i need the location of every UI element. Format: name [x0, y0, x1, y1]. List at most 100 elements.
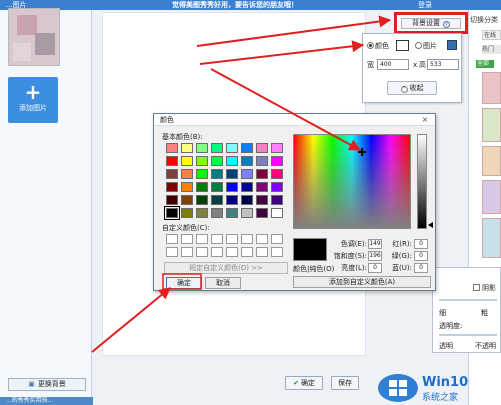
color-swatch[interactable] [241, 143, 253, 153]
color-swatch[interactable] [181, 156, 193, 166]
image-thumbnail[interactable] [8, 8, 60, 66]
custom-color-swatch[interactable] [271, 234, 283, 244]
color-swatch[interactable] [226, 182, 238, 192]
online-tab[interactable]: 在线 [482, 30, 501, 40]
color-swatch[interactable] [166, 156, 178, 166]
color-swatch[interactable] [196, 143, 208, 153]
color-swatch[interactable] [256, 208, 268, 218]
custom-color-swatch[interactable] [211, 247, 223, 257]
color-swatch[interactable] [196, 169, 208, 179]
color-swatch[interactable] [271, 208, 283, 218]
color-swatch[interactable] [211, 156, 223, 166]
custom-color-swatch[interactable] [196, 247, 208, 257]
add-image-button[interactable]: + 添加图片 [8, 77, 58, 123]
red-input[interactable]: 0 [414, 239, 428, 249]
color-swatch[interactable] [271, 195, 283, 205]
saturation-input[interactable]: 196 [368, 251, 382, 261]
color-swatch[interactable] [256, 156, 268, 166]
hot-tab[interactable]: 热门 [482, 45, 501, 54]
luminance-slider[interactable] [417, 134, 427, 229]
confirm-button[interactable]: ✔ 确定 [285, 376, 323, 390]
color-swatch[interactable] [211, 182, 223, 192]
color-swatch[interactable] [226, 143, 238, 153]
custom-color-swatch[interactable] [241, 247, 253, 257]
custom-color-swatch[interactable] [226, 234, 238, 244]
color-swatch[interactable] [166, 195, 178, 205]
background-settings-button[interactable]: 背景设置 v [401, 18, 461, 29]
color-swatch[interactable] [164, 206, 180, 220]
green-input[interactable]: 0 [414, 251, 428, 261]
color-swatch[interactable] [181, 169, 193, 179]
color-swatch[interactable] [271, 143, 283, 153]
custom-color-swatch[interactable] [166, 234, 178, 244]
template-tile[interactable] [482, 72, 501, 104]
opacity-slider[interactable] [439, 334, 497, 336]
height-input[interactable]: 533 [427, 59, 459, 70]
color-swatch[interactable] [211, 195, 223, 205]
color-swatch[interactable] [271, 182, 283, 192]
save-button[interactable]: 保存 [331, 376, 359, 390]
color-swatch[interactable] [241, 156, 253, 166]
image-radio[interactable] [415, 42, 422, 49]
custom-color-swatch[interactable] [256, 247, 268, 257]
custom-color-swatch[interactable] [241, 234, 253, 244]
color-swatch[interactable] [241, 195, 253, 205]
hue-input[interactable]: 149 [368, 239, 382, 249]
color-swatch[interactable] [211, 143, 223, 153]
color-swatch[interactable] [226, 208, 238, 218]
color-swatch[interactable] [181, 182, 193, 192]
shadow-checkbox[interactable]: 阴影 [473, 284, 496, 293]
image-picker-icon[interactable] [447, 40, 457, 50]
background-color-swatch[interactable] [396, 40, 409, 51]
color-swatch[interactable] [241, 208, 253, 218]
luminance-input[interactable]: 0 [368, 263, 382, 273]
custom-color-swatch[interactable] [181, 247, 193, 257]
ok-button[interactable]: 确定 [166, 277, 202, 289]
slider-arrow-icon[interactable] [428, 222, 433, 228]
switch-category-tab[interactable]: 切换分类 [468, 14, 501, 26]
login-link[interactable]: 登录 [418, 0, 432, 10]
color-swatch[interactable] [166, 143, 178, 153]
color-spectrum[interactable] [293, 134, 411, 229]
custom-color-swatch[interactable] [271, 247, 283, 257]
custom-color-swatch[interactable] [196, 234, 208, 244]
template-tile[interactable] [482, 146, 501, 176]
color-swatch[interactable] [226, 156, 238, 166]
color-radio[interactable] [367, 42, 374, 49]
color-swatch[interactable] [196, 156, 208, 166]
width-input[interactable]: 400 [377, 59, 409, 70]
color-swatch[interactable] [271, 156, 283, 166]
collapse-button[interactable]: ^ 收起 [387, 81, 437, 95]
color-swatch[interactable] [211, 169, 223, 179]
color-swatch[interactable] [256, 195, 268, 205]
color-swatch[interactable] [181, 143, 193, 153]
custom-color-swatch[interactable] [211, 234, 223, 244]
color-swatch[interactable] [226, 195, 238, 205]
template-tile[interactable] [482, 108, 501, 142]
custom-color-swatch[interactable] [166, 247, 178, 257]
color-swatch[interactable] [241, 169, 253, 179]
color-swatch[interactable] [256, 169, 268, 179]
cancel-button[interactable]: 取消 [205, 277, 241, 289]
all-badge[interactable]: 全部 [476, 60, 494, 68]
blue-input[interactable]: 0 [414, 263, 428, 273]
add-to-custom-colors-button[interactable]: 添加到自定义颜色(A) [293, 276, 431, 288]
close-icon[interactable]: × [419, 115, 431, 125]
color-swatch[interactable] [196, 182, 208, 192]
color-swatch[interactable] [166, 182, 178, 192]
thickness-slider[interactable] [439, 299, 497, 301]
template-tile[interactable] [482, 180, 501, 214]
custom-color-swatch[interactable] [181, 234, 193, 244]
color-swatch[interactable] [196, 208, 208, 218]
define-custom-colors-button[interactable]: 规定自定义颜色(D) >> [164, 262, 288, 274]
template-tile[interactable] [482, 218, 501, 258]
change-background-button[interactable]: ▣ 更换背景 [8, 378, 86, 391]
color-swatch[interactable] [181, 195, 193, 205]
color-swatch[interactable] [166, 169, 178, 179]
color-swatch[interactable] [271, 169, 283, 179]
color-swatch[interactable] [256, 182, 268, 192]
color-swatch[interactable] [256, 143, 268, 153]
custom-color-swatch[interactable] [226, 247, 238, 257]
color-swatch[interactable] [211, 208, 223, 218]
color-swatch[interactable] [196, 195, 208, 205]
